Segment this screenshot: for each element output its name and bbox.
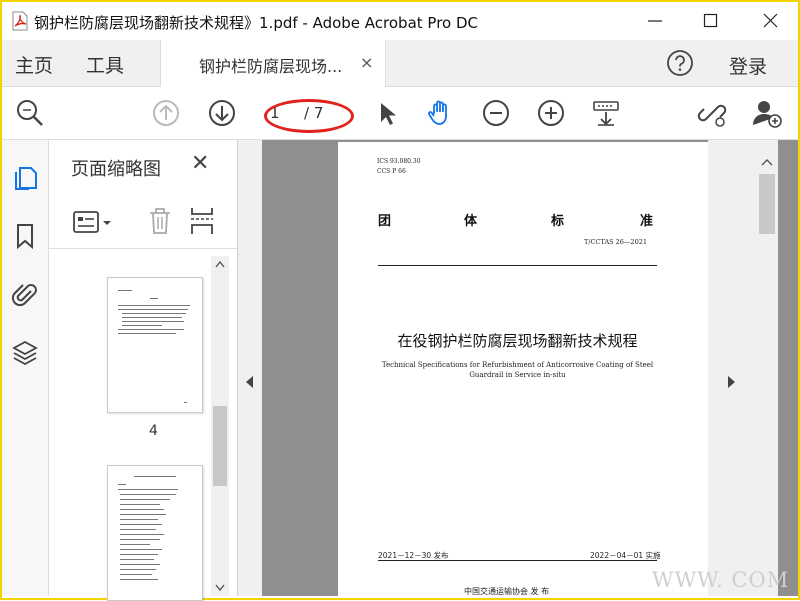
thumbnail-options-icon[interactable] [73, 210, 115, 236]
standard-type-char-1: 团 [378, 214, 392, 229]
document-scrollbar[interactable] [756, 140, 778, 596]
annotation-circle [264, 99, 354, 133]
ccs-code: CCS P 66 [377, 168, 406, 175]
menu-home[interactable]: 主页 [15, 51, 53, 78]
main-toolbar: 1 / 7 [2, 87, 798, 140]
page-thumbnail-4[interactable] [107, 277, 203, 413]
scroll-mode-icon[interactable] [590, 97, 622, 129]
document-title-en-line1: Technical Specifications for Refurbishme… [381, 361, 654, 369]
close-window-button[interactable] [748, 2, 794, 40]
thumbnails-scrollbar[interactable] [211, 256, 229, 596]
document-tab[interactable]: 钢护栏防腐层现场... × [160, 40, 386, 87]
left-icon-rail [2, 140, 49, 596]
share-link-icon[interactable] [696, 97, 728, 129]
help-icon[interactable] [666, 49, 694, 77]
standard-type-char-4: 准 [640, 214, 654, 229]
document-scroll-thumb[interactable] [759, 174, 775, 234]
chevron-left-icon [246, 376, 253, 388]
previous-page-icon[interactable] [150, 97, 182, 129]
scroll-down-icon[interactable] [215, 584, 225, 592]
document-tab-close-button[interactable]: × [360, 53, 373, 72]
publisher: 中国交通运输协会 发 布 [464, 587, 550, 596]
zoom-in-icon[interactable] [535, 97, 567, 129]
thumbnail-page-label: 4 [149, 423, 158, 439]
standard-type-char-3: 标 [551, 214, 565, 229]
maximize-icon [703, 13, 718, 28]
zoom-out-icon[interactable] [480, 97, 512, 129]
menu-tools[interactable]: 工具 [86, 51, 124, 78]
acrobat-pdf-icon [12, 11, 28, 31]
page-thumbnails-icon[interactable] [11, 164, 39, 192]
pdf-page: ICS 93.080.30 CCS P 66 团 体 标 准 T/CCTAS 2… [338, 142, 708, 596]
window-title: 钢护栏防腐层现场翻新技术规程》1.pdf - Adobe Acrobat Pro… [34, 14, 479, 32]
menu-bar: 主页 工具 钢护栏防腐层现场... × 登录 [2, 40, 798, 87]
select-tool-icon[interactable] [370, 97, 402, 129]
ics-code: ICS 93.080.30 [377, 158, 421, 165]
chevron-right-icon [728, 376, 735, 388]
login-button[interactable]: 登录 [729, 52, 767, 79]
minimize-icon [648, 20, 662, 22]
thumbnails-panel: 页面缩略图 ✕ 4 [49, 140, 238, 601]
right-panel-collapse-button[interactable] [708, 140, 756, 596]
hand-tool-icon[interactable] [425, 97, 457, 129]
doc-scroll-up-icon[interactable] [761, 158, 773, 166]
document-title-cn: 在役钢护栏防腐层现场翻新技术规程 [397, 332, 638, 350]
layers-icon[interactable] [11, 339, 39, 367]
panel-toolbar [49, 200, 237, 249]
page-thumbnail-5[interactable] [107, 465, 203, 601]
header-rule [378, 265, 657, 266]
watermark: WWW. COM [652, 568, 790, 592]
scroll-up-icon[interactable] [215, 260, 225, 268]
attachments-icon[interactable] [11, 280, 39, 308]
bookmarks-icon[interactable] [11, 222, 39, 250]
maximize-button[interactable] [688, 2, 734, 40]
document-tab-label: 钢护栏防腐层现场... [199, 57, 343, 76]
rotate-page-icon[interactable] [189, 206, 215, 236]
document-title-en-line2: Guardrail in Service in-situ [469, 371, 566, 379]
standard-type-char-2: 体 [464, 214, 478, 229]
thumbnails-scroll-thumb[interactable] [213, 406, 227, 486]
delete-page-icon[interactable] [147, 206, 173, 236]
add-user-icon[interactable] [751, 97, 783, 129]
panel-close-button[interactable]: ✕ [191, 151, 209, 176]
close-icon [763, 13, 778, 28]
search-icon[interactable] [14, 97, 46, 129]
title-bar: 钢护栏防腐层现场翻新技术规程》1.pdf - Adobe Acrobat Pro… [2, 2, 798, 40]
left-panel-collapse-button[interactable] [238, 140, 262, 596]
footer-rule [378, 560, 657, 561]
panel-title: 页面缩略图 [71, 159, 161, 180]
standard-number: T/CCTAS 26—2021 [584, 238, 647, 246]
next-page-icon[interactable] [206, 97, 238, 129]
minimize-button[interactable] [632, 2, 678, 40]
